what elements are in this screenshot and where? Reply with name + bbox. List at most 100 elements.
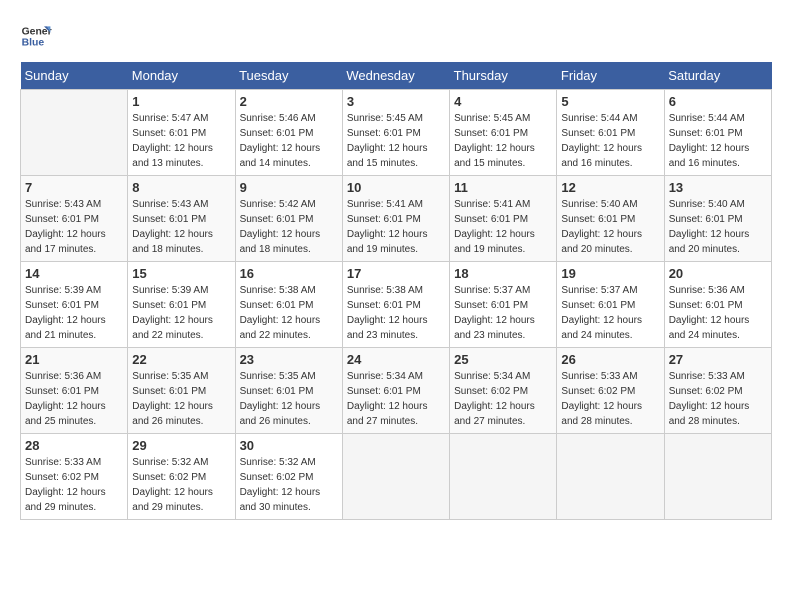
day-number: 5	[561, 94, 659, 109]
day-number: 30	[240, 438, 338, 453]
weekday-header-tuesday: Tuesday	[235, 62, 342, 90]
day-number: 29	[132, 438, 230, 453]
day-number: 4	[454, 94, 552, 109]
weekday-header-wednesday: Wednesday	[342, 62, 449, 90]
day-detail: Sunrise: 5:38 AMSunset: 6:01 PMDaylight:…	[347, 283, 445, 343]
day-number: 11	[454, 180, 552, 195]
day-number: 20	[669, 266, 767, 281]
day-number: 22	[132, 352, 230, 367]
day-number: 1	[132, 94, 230, 109]
day-number: 23	[240, 352, 338, 367]
day-detail: Sunrise: 5:37 AMSunset: 6:01 PMDaylight:…	[561, 283, 659, 343]
weekday-header-sunday: Sunday	[21, 62, 128, 90]
calendar-cell: 29 Sunrise: 5:32 AMSunset: 6:02 PMDayligh…	[128, 434, 235, 520]
weekday-header-saturday: Saturday	[664, 62, 771, 90]
calendar-cell: 28 Sunrise: 5:33 AMSunset: 6:02 PMDayligh…	[21, 434, 128, 520]
calendar-cell	[342, 434, 449, 520]
logo-icon: General Blue	[20, 20, 52, 52]
day-detail: Sunrise: 5:41 AMSunset: 6:01 PMDaylight:…	[347, 197, 445, 257]
day-detail: Sunrise: 5:40 AMSunset: 6:01 PMDaylight:…	[561, 197, 659, 257]
calendar-cell: 12 Sunrise: 5:40 AMSunset: 6:01 PMDayligh…	[557, 176, 664, 262]
day-detail: Sunrise: 5:32 AMSunset: 6:02 PMDaylight:…	[132, 455, 230, 515]
day-detail: Sunrise: 5:37 AMSunset: 6:01 PMDaylight:…	[454, 283, 552, 343]
weekday-header-thursday: Thursday	[450, 62, 557, 90]
day-number: 16	[240, 266, 338, 281]
calendar-cell: 22 Sunrise: 5:35 AMSunset: 6:01 PMDayligh…	[128, 348, 235, 434]
day-detail: Sunrise: 5:33 AMSunset: 6:02 PMDaylight:…	[561, 369, 659, 429]
calendar-cell	[557, 434, 664, 520]
day-number: 19	[561, 266, 659, 281]
day-detail: Sunrise: 5:45 AMSunset: 6:01 PMDaylight:…	[347, 111, 445, 171]
calendar-cell: 10 Sunrise: 5:41 AMSunset: 6:01 PMDayligh…	[342, 176, 449, 262]
calendar-cell: 9 Sunrise: 5:42 AMSunset: 6:01 PMDaylight…	[235, 176, 342, 262]
calendar-cell: 14 Sunrise: 5:39 AMSunset: 6:01 PMDayligh…	[21, 262, 128, 348]
calendar-cell: 8 Sunrise: 5:43 AMSunset: 6:01 PMDaylight…	[128, 176, 235, 262]
calendar-cell	[21, 90, 128, 176]
calendar-cell: 1 Sunrise: 5:47 AMSunset: 6:01 PMDaylight…	[128, 90, 235, 176]
day-detail: Sunrise: 5:32 AMSunset: 6:02 PMDaylight:…	[240, 455, 338, 515]
day-detail: Sunrise: 5:47 AMSunset: 6:01 PMDaylight:…	[132, 111, 230, 171]
calendar-cell: 6 Sunrise: 5:44 AMSunset: 6:01 PMDaylight…	[664, 90, 771, 176]
day-detail: Sunrise: 5:38 AMSunset: 6:01 PMDaylight:…	[240, 283, 338, 343]
day-number: 14	[25, 266, 123, 281]
calendar-cell: 26Sunrise: 5:33 AMSunset: 6:02 PMDayligh…	[557, 348, 664, 434]
day-detail: Sunrise: 5:42 AMSunset: 6:01 PMDaylight:…	[240, 197, 338, 257]
day-detail: Sunrise: 5:34 AMSunset: 6:01 PMDaylight:…	[347, 369, 445, 429]
day-detail: Sunrise: 5:35 AMSunset: 6:01 PMDaylight:…	[240, 369, 338, 429]
day-detail: Sunrise: 5:33 AMSunset: 6:02 PMDaylight:…	[25, 455, 123, 515]
day-number: 18	[454, 266, 552, 281]
calendar-cell: 25Sunrise: 5:34 AMSunset: 6:02 PMDayligh…	[450, 348, 557, 434]
calendar-cell: 2 Sunrise: 5:46 AMSunset: 6:01 PMDaylight…	[235, 90, 342, 176]
calendar-cell: 11 Sunrise: 5:41 AMSunset: 6:01 PMDayligh…	[450, 176, 557, 262]
day-number: 10	[347, 180, 445, 195]
calendar-cell: 7 Sunrise: 5:43 AMSunset: 6:01 PMDaylight…	[21, 176, 128, 262]
day-detail: Sunrise: 5:41 AMSunset: 6:01 PMDaylight:…	[454, 197, 552, 257]
calendar-cell: 4 Sunrise: 5:45 AMSunset: 6:01 PMDaylight…	[450, 90, 557, 176]
day-number: 8	[132, 180, 230, 195]
calendar-cell: 24 Sunrise: 5:34 AMSunset: 6:01 PMDayligh…	[342, 348, 449, 434]
calendar-cell	[450, 434, 557, 520]
calendar-cell: 17 Sunrise: 5:38 AMSunset: 6:01 PMDayligh…	[342, 262, 449, 348]
day-number: 2	[240, 94, 338, 109]
day-detail: Sunrise: 5:34 AMSunset: 6:02 PMDaylight:…	[454, 369, 552, 429]
page-header: General Blue	[20, 20, 772, 52]
day-number: 3	[347, 94, 445, 109]
calendar-cell: 3 Sunrise: 5:45 AMSunset: 6:01 PMDaylight…	[342, 90, 449, 176]
day-number: 17	[347, 266, 445, 281]
day-detail: Sunrise: 5:44 AMSunset: 6:01 PMDaylight:…	[669, 111, 767, 171]
svg-text:Blue: Blue	[22, 38, 45, 49]
day-number: 15	[132, 266, 230, 281]
day-detail: Sunrise: 5:46 AMSunset: 6:01 PMDaylight:…	[240, 111, 338, 171]
day-number: 21	[25, 352, 123, 367]
calendar-cell: 21 Sunrise: 5:36 AMSunset: 6:01 PMDayligh…	[21, 348, 128, 434]
day-detail: Sunrise: 5:33 AMSunset: 6:02 PMDaylight:…	[669, 369, 767, 429]
day-detail: Sunrise: 5:39 AMSunset: 6:01 PMDaylight:…	[132, 283, 230, 343]
day-detail: Sunrise: 5:39 AMSunset: 6:01 PMDaylight:…	[25, 283, 123, 343]
calendar-cell: 30 Sunrise: 5:32 AMSunset: 6:02 PMDayligh…	[235, 434, 342, 520]
day-detail: Sunrise: 5:35 AMSunset: 6:01 PMDaylight:…	[132, 369, 230, 429]
day-number: 13	[669, 180, 767, 195]
day-detail: Sunrise: 5:45 AMSunset: 6:01 PMDaylight:…	[454, 111, 552, 171]
day-detail: Sunrise: 5:44 AMSunset: 6:01 PMDaylight:…	[561, 111, 659, 171]
day-detail: Sunrise: 5:36 AMSunset: 6:01 PMDaylight:…	[25, 369, 123, 429]
calendar-cell	[664, 434, 771, 520]
calendar-cell: 5 Sunrise: 5:44 AMSunset: 6:01 PMDaylight…	[557, 90, 664, 176]
calendar-cell: 19 Sunrise: 5:37 AMSunset: 6:01 PMDayligh…	[557, 262, 664, 348]
day-number: 24	[347, 352, 445, 367]
day-number: 28	[25, 438, 123, 453]
day-detail: Sunrise: 5:40 AMSunset: 6:01 PMDaylight:…	[669, 197, 767, 257]
day-number: 27	[669, 352, 767, 367]
day-number: 6	[669, 94, 767, 109]
calendar-cell: 18 Sunrise: 5:37 AMSunset: 6:01 PMDayligh…	[450, 262, 557, 348]
calendar-cell: 27 Sunrise: 5:33 AMSunset: 6:02 PMDayligh…	[664, 348, 771, 434]
day-number: 12	[561, 180, 659, 195]
calendar-cell: 23 Sunrise: 5:35 AMSunset: 6:01 PMDayligh…	[235, 348, 342, 434]
day-number: 7	[25, 180, 123, 195]
day-number: 9	[240, 180, 338, 195]
calendar-cell: 13 Sunrise: 5:40 AMSunset: 6:01 PMDayligh…	[664, 176, 771, 262]
day-detail: Sunrise: 5:43 AMSunset: 6:01 PMDaylight:…	[25, 197, 123, 257]
weekday-header-monday: Monday	[128, 62, 235, 90]
calendar-cell: 15 Sunrise: 5:39 AMSunset: 6:01 PMDayligh…	[128, 262, 235, 348]
calendar-table: SundayMondayTuesdayWednesdayThursdayFrid…	[20, 62, 772, 520]
day-detail: Sunrise: 5:43 AMSunset: 6:01 PMDaylight:…	[132, 197, 230, 257]
